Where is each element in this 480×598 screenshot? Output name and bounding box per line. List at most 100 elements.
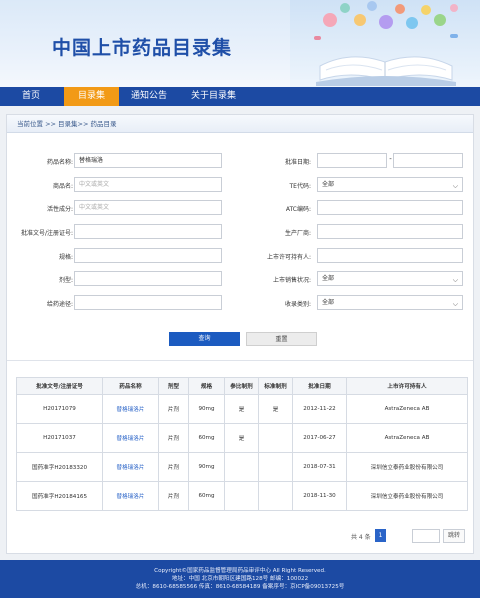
footer: Copyright©国家药品监督管理局药品审评中心 All Right Rese… [0,560,480,598]
category-label: 收录类别: [284,301,311,308]
query-button[interactable]: 查询 [169,332,240,346]
sales-status-select[interactable]: 全部 ⌵ [317,271,463,286]
cell-approval-date: 2012-11-22 [292,394,347,424]
cell-spec: 60mg [188,423,225,453]
cell-spec: 90mg [188,452,225,482]
cell-standard [258,423,293,453]
active-ingredient-input[interactable]: 中文或英文 [74,200,222,215]
cell-approval-date: 2018-11-30 [292,481,347,511]
route-label: 给药途径: [46,301,73,308]
chevron-down-icon: ⌵ [452,276,458,284]
category-value: 全部 [322,299,335,306]
approval-date-end[interactable] [393,153,463,168]
col-drug-name[interactable]: 药品名称 [102,377,159,395]
section-divider [7,360,473,361]
mah-input[interactable] [317,248,463,263]
spec-label: 规格: [58,254,73,261]
cell-drug-name-link[interactable]: 替格瑞洛片 [102,452,159,482]
cell-spec: 90mg [188,394,225,424]
approval-no-label: 批准文号/注册证号: [20,230,73,237]
dosage-form-input[interactable] [74,271,222,286]
page-jump-input[interactable] [412,529,440,543]
nav-home[interactable]: 首页 [0,87,58,106]
cell-mah: 深圳信立泰药业股份有限公司 [346,481,468,511]
dosage-form-label: 剂型: [58,277,73,284]
footer-copyright: Copyright©国家药品监督管理局药品审评中心 All Right Rese… [154,568,326,574]
cell-drug-name-link[interactable]: 替格瑞洛片 [102,394,159,424]
cell-approval-no: H20171037 [16,423,103,453]
sales-status-value: 全部 [322,275,335,282]
cell-reference [224,481,259,511]
spec-input[interactable] [74,248,222,263]
header-banner: 中国上市药品目录集 [0,0,480,87]
cell-drug-name-link[interactable]: 替格瑞洛片 [102,423,159,453]
col-standard[interactable]: 标准制剂 [258,377,293,395]
cell-standard [258,452,293,482]
footer-address: 地址：中国 北京市朝阳区建国路128号 邮编：100022 [171,576,309,582]
cell-spec: 60mg [188,481,225,511]
cell-reference: 是 [224,394,259,424]
site-title: 中国上市药品目录集 [52,37,233,59]
approval-date-start[interactable] [317,153,387,168]
col-reference[interactable]: 参比制剂 [224,377,259,395]
te-code-label: TE代码: [289,183,311,190]
active-ingredient-label: 活性成分: [46,206,73,213]
table-row[interactable]: 国药准字H20183320 替格瑞洛片 片剂 90mg 2018-07-31 深… [16,452,468,482]
approval-no-input[interactable] [74,224,222,239]
chevron-down-icon: ⌵ [452,300,458,308]
col-dosage-form[interactable]: 剂型 [158,377,189,395]
drug-name-input[interactable]: 替格瑞洛 [74,153,222,168]
page-button-current[interactable]: 1 [375,529,386,542]
page-jump-button[interactable]: 跳转 [443,529,465,543]
cell-approval-no: 国药准字H20183320 [16,452,103,482]
sales-status-label: 上市销售状况: [272,277,311,284]
table-row[interactable]: 国药准字H20184165 替格瑞洛片 片剂 60mg 2018-11-30 深… [16,481,468,511]
content-panel: 当前位置 >> 目录集>> 药品目录 药品名称: 替格瑞洛 商品名: 中文或英文… [6,114,474,554]
te-code-select[interactable]: 全部 ⌵ [317,177,463,192]
col-mah[interactable]: 上市许可持有人 [346,377,468,395]
col-approval-no[interactable]: 批准文号/注册证号 [16,377,103,395]
nav-about[interactable]: 关于目录集 [179,87,248,106]
cell-approval-no: H20171079 [16,394,103,424]
atc-code-input[interactable] [317,200,463,215]
reset-button[interactable]: 重置 [246,332,317,346]
cell-drug-name-link[interactable]: 替格瑞洛片 [102,481,159,511]
cell-mah: 深圳信立泰药业股份有限公司 [346,452,468,482]
col-approval-date[interactable]: 批准日期 [292,377,347,395]
cell-approval-no: 国药准字H20184165 [16,481,103,511]
nav-notices[interactable]: 通知公告 [119,87,179,106]
cell-reference [224,452,259,482]
manufacturer-label: 生产厂商: [284,230,311,237]
cell-reference: 是 [224,423,259,453]
breadcrumb: 当前位置 >> 目录集>> 药品目录 [7,115,473,133]
footer-contact: 总机：8610-68585566 传真：8610-68584189 备案序号：京… [135,584,345,590]
cell-dosage-form: 片剂 [158,452,189,482]
cell-dosage-form: 片剂 [158,394,189,424]
total-count: 共 4 条 [351,534,371,541]
cell-dosage-form: 片剂 [158,423,189,453]
trade-name-input[interactable]: 中文或英文 [74,177,222,192]
table-row[interactable]: H20171079 替格瑞洛片 片剂 90mg 是 是 2012-11-22 A… [16,394,468,424]
table-row[interactable]: H20171037 替格瑞洛片 片剂 60mg 是 2017-06-27 Ast… [16,423,468,453]
te-code-value: 全部 [322,181,335,188]
cell-mah: AstraZeneca AB [346,423,468,453]
cell-approval-date: 2017-06-27 [292,423,347,453]
mah-label: 上市许可持有人: [266,254,311,261]
trade-name-label: 商品名: [52,183,73,190]
cell-standard [258,481,293,511]
category-select[interactable]: 全部 ⌵ [317,295,463,310]
book-illustration [290,0,480,87]
cell-standard: 是 [258,394,293,424]
cell-mah: AstraZeneca AB [346,394,468,424]
route-input[interactable] [74,295,222,310]
approval-date-label: 批准日期: [284,159,311,166]
col-spec[interactable]: 规格 [188,377,225,395]
chevron-down-icon: ⌵ [452,182,458,190]
atc-code-label: ATC编码: [285,206,311,213]
cell-dosage-form: 片剂 [158,481,189,511]
nav-catalog[interactable]: 目录集 [64,87,120,106]
manufacturer-input[interactable] [317,224,463,239]
main-nav: 首页 目录集 通知公告 关于目录集 [0,87,480,106]
cell-approval-date: 2018-07-31 [292,452,347,482]
table-header-row: 批准文号/注册证号 药品名称 剂型 规格 参比制剂 标准制剂 批准日期 上市许可… [16,377,468,395]
